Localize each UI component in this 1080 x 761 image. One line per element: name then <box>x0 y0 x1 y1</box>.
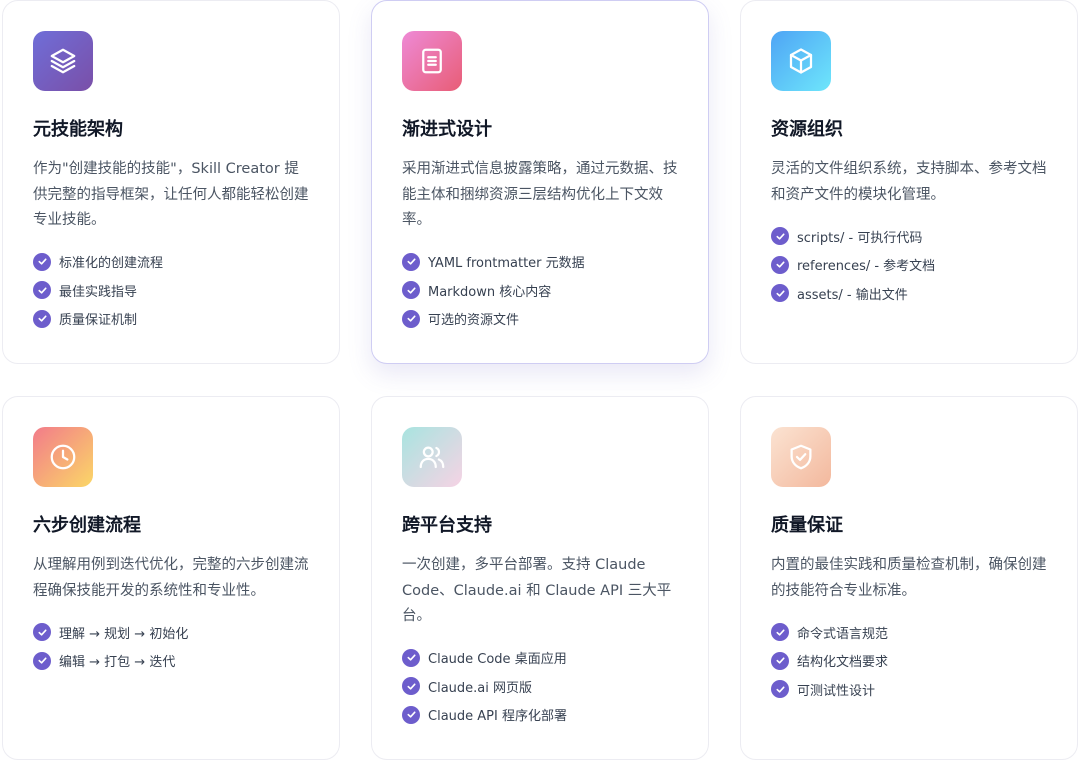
layers-icon <box>33 31 93 91</box>
feature-list: 标准化的创建流程 最佳实践指导 质量保证机制 <box>33 248 309 334</box>
check-icon <box>33 281 51 300</box>
card-title: 质量保证 <box>771 515 843 536</box>
card-description: 灵活的文件组织系统，支持脚本、参考文档和资产文件的模块化管理。 <box>771 161 1047 203</box>
feature-item: Markdown 核心内容 <box>402 276 678 305</box>
feature-item: 可选的资源文件 <box>402 305 678 334</box>
feature-list: YAML frontmatter 元数据 Markdown 核心内容 可选的资源… <box>402 248 678 334</box>
check-icon <box>33 623 51 642</box>
feature-item: Claude API 程序化部署 <box>402 701 678 730</box>
check-icon <box>771 284 789 303</box>
cube-icon <box>771 31 831 91</box>
feature-item: Claude.ai 网页版 <box>402 672 678 701</box>
check-icon <box>402 252 420 271</box>
check-icon <box>402 705 420 724</box>
feature-item: 可测试性设计 <box>771 675 1047 704</box>
card-description: 作为"创建技能的技能"，Skill Creator 提供完整的指导框架，让任何人… <box>33 161 309 228</box>
feature-card-progressive-design: 渐进式设计 采用渐进式信息披露策略，通过元数据、技能主体和捆绑资源三层结构优化上… <box>371 0 709 364</box>
card-description: 采用渐进式信息披露策略，通过元数据、技能主体和捆绑资源三层结构优化上下文效率。 <box>402 161 678 228</box>
card-title: 元技能架构 <box>33 119 123 140</box>
feature-item: 结构化文档要求 <box>771 647 1047 676</box>
feature-item: 标准化的创建流程 <box>33 248 309 277</box>
feature-item: 理解 → 规划 → 初始化 <box>33 618 309 647</box>
feature-item: 最佳实践指导 <box>33 276 309 305</box>
clock-icon <box>33 427 93 487</box>
feature-item: 质量保证机制 <box>33 305 309 334</box>
check-icon <box>402 309 420 328</box>
document-icon <box>402 31 462 91</box>
feature-list: 命令式语言规范 结构化文档要求 可测试性设计 <box>771 618 1047 704</box>
feature-card-quality-assurance: 质量保证 内置的最佳实践和质量检查机制，确保创建的技能符合专业标准。 命令式语言… <box>740 396 1078 760</box>
card-description: 一次创建，多平台部署。支持 Claude Code、Claude.ai 和 Cl… <box>402 557 672 624</box>
check-icon <box>402 281 420 300</box>
card-title: 跨平台支持 <box>402 515 492 536</box>
check-icon <box>33 252 51 271</box>
users-icon <box>402 427 462 487</box>
feature-item: scripts/ - 可执行代码 <box>771 222 1047 251</box>
shield-check-icon <box>771 427 831 487</box>
check-icon <box>771 255 789 274</box>
feature-card-meta-skill: 元技能架构 作为"创建技能的技能"，Skill Creator 提供完整的指导框… <box>2 0 340 364</box>
feature-card-cross-platform: 跨平台支持 一次创建，多平台部署。支持 Claude Code、Claude.a… <box>371 396 709 760</box>
feature-item: assets/ - 输出文件 <box>771 279 1047 308</box>
check-icon <box>402 648 420 667</box>
check-icon <box>771 227 789 246</box>
feature-item: 命令式语言规范 <box>771 618 1047 647</box>
feature-item: references/ - 参考文档 <box>771 251 1047 280</box>
feature-item: YAML frontmatter 元数据 <box>402 248 678 277</box>
feature-item: Claude Code 桌面应用 <box>402 644 678 673</box>
check-icon <box>771 623 789 642</box>
feature-list: scripts/ - 可执行代码 references/ - 参考文档 asse… <box>771 222 1047 308</box>
card-description: 内置的最佳实践和质量检查机制，确保创建的技能符合专业标准。 <box>771 557 1047 599</box>
feature-item: 编辑 → 打包 → 迭代 <box>33 647 309 676</box>
card-title: 资源组织 <box>771 119 843 140</box>
feature-list: Claude Code 桌面应用 Claude.ai 网页版 Claude AP… <box>402 644 678 730</box>
card-description: 从理解用例到迭代优化，完整的六步创建流程确保技能开发的系统性和专业性。 <box>33 557 309 599</box>
check-icon <box>771 680 789 699</box>
card-title: 六步创建流程 <box>33 515 141 536</box>
feature-card-resource-organization: 资源组织 灵活的文件组织系统，支持脚本、参考文档和资产文件的模块化管理。 scr… <box>740 0 1078 364</box>
feature-list: 理解 → 规划 → 初始化 编辑 → 打包 → 迭代 <box>33 618 309 675</box>
feature-card-six-step-process: 六步创建流程 从理解用例到迭代优化，完整的六步创建流程确保技能开发的系统性和专业… <box>2 396 340 760</box>
check-icon <box>33 651 51 670</box>
check-icon <box>402 677 420 696</box>
check-icon <box>771 651 789 670</box>
card-title: 渐进式设计 <box>402 119 492 140</box>
check-icon <box>33 309 51 328</box>
